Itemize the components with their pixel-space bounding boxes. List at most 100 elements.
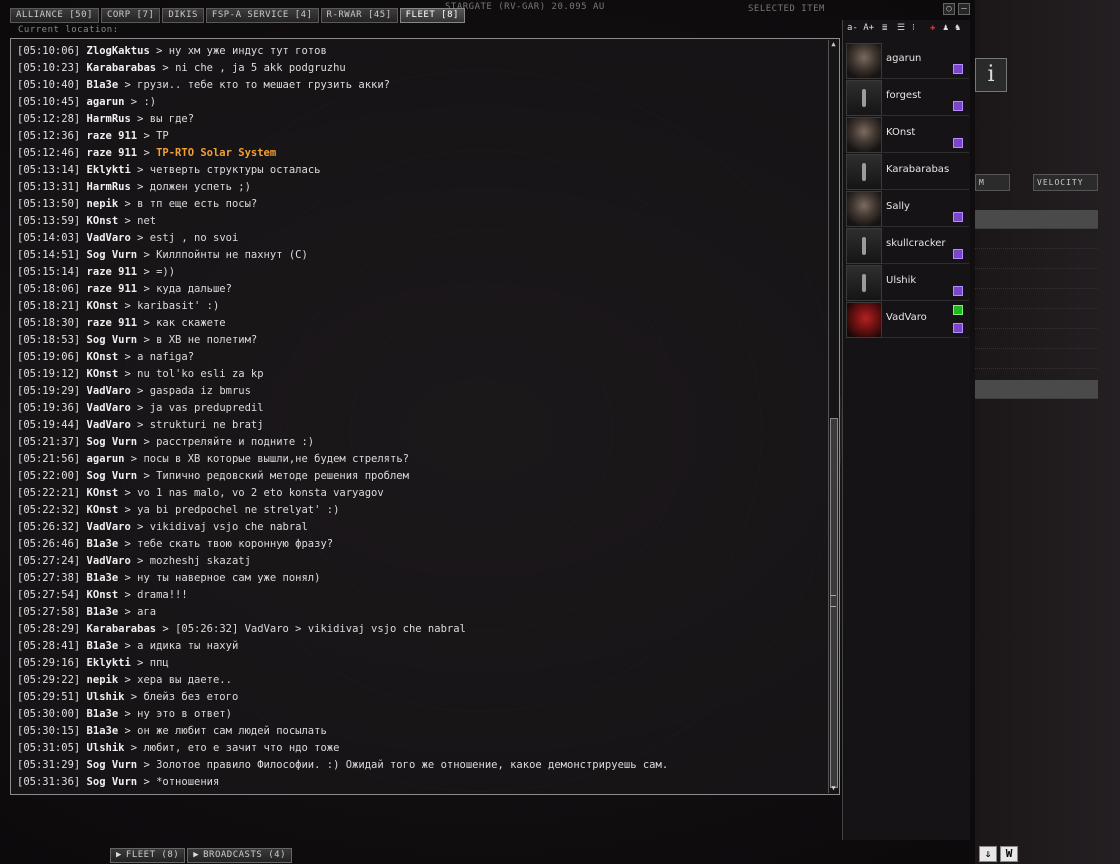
message-author[interactable]: KOnst bbox=[87, 300, 119, 312]
overview-row[interactable] bbox=[975, 250, 1098, 269]
message-author[interactable]: Sog Vurn bbox=[87, 776, 138, 788]
member-name[interactable]: Karabarabas bbox=[886, 164, 949, 175]
member-portrait[interactable] bbox=[846, 117, 882, 153]
font-size-controls[interactable]: a- A+ bbox=[847, 23, 874, 33]
compact-view-icon[interactable]: ⁝ bbox=[912, 23, 915, 33]
list-view-icon[interactable]: ≣ bbox=[882, 23, 887, 33]
fleet-member[interactable]: forgest bbox=[846, 79, 969, 116]
message-author[interactable]: VadVaro bbox=[87, 232, 131, 244]
message-author[interactable]: raze 911 bbox=[87, 283, 138, 295]
message-author[interactable]: B1a3e bbox=[87, 640, 119, 652]
message-author[interactable]: Ulshik bbox=[87, 691, 125, 703]
message-author[interactable]: Sog Vurn bbox=[87, 436, 138, 448]
overview-row[interactable] bbox=[975, 210, 1098, 229]
message-author[interactable]: KOnst bbox=[87, 487, 119, 499]
scroll-up-icon[interactable]: ▲ bbox=[829, 40, 838, 49]
message-author[interactable]: Karabarabas bbox=[87, 623, 157, 635]
bottom-tab-fleet[interactable]: ▶ FLEET (8) bbox=[110, 848, 186, 863]
overview-row[interactable] bbox=[975, 350, 1098, 369]
message-author[interactable]: KOnst bbox=[87, 368, 119, 380]
scroll-down-icon[interactable]: ▼ bbox=[829, 784, 838, 793]
message-author[interactable]: HarmRus bbox=[87, 181, 131, 193]
message-author[interactable]: Sog Vurn bbox=[87, 470, 138, 482]
member-portrait[interactable] bbox=[846, 191, 882, 227]
message-author[interactable]: ZlogKaktus bbox=[87, 45, 150, 57]
message-author[interactable]: Karabarabas bbox=[87, 62, 157, 74]
message-author[interactable]: KOnst bbox=[87, 215, 119, 227]
message-author[interactable]: B1a3e bbox=[87, 725, 119, 737]
message-author[interactable]: HarmRus bbox=[87, 113, 131, 125]
window-minimize-icon[interactable]: – bbox=[958, 3, 970, 15]
fleet-member[interactable]: Ulshik bbox=[846, 264, 969, 301]
overview-row[interactable] bbox=[975, 230, 1098, 249]
tab-fleet[interactable]: FLEET [8] bbox=[399, 8, 465, 23]
message-author[interactable]: nepik bbox=[87, 198, 119, 210]
bottom-tab-broadcasts[interactable]: ▶ BROADCASTS (4) bbox=[187, 848, 292, 863]
w-button[interactable]: W bbox=[1000, 846, 1018, 862]
member-portrait[interactable] bbox=[846, 80, 882, 116]
fleet-member[interactable]: Sally bbox=[846, 190, 969, 227]
message-author[interactable]: B1a3e bbox=[87, 708, 119, 720]
tab-alliance[interactable]: ALLIANCE [50] bbox=[10, 8, 99, 23]
fleet-member[interactable]: KOnst bbox=[846, 116, 969, 153]
message-author[interactable]: B1a3e bbox=[87, 538, 119, 550]
window-options-icon[interactable]: ○ bbox=[943, 3, 955, 15]
message-author[interactable]: Sog Vurn bbox=[87, 334, 138, 346]
message-author[interactable]: agarun bbox=[87, 96, 125, 108]
member-portrait[interactable] bbox=[846, 265, 882, 301]
tab-dikis[interactable]: DIKIS bbox=[162, 8, 204, 23]
member-portrait[interactable] bbox=[846, 302, 882, 338]
message-author[interactable]: VadVaro bbox=[87, 555, 131, 567]
overview-row[interactable] bbox=[975, 330, 1098, 349]
overview-row[interactable] bbox=[975, 380, 1098, 399]
member-name[interactable]: forgest bbox=[886, 90, 921, 101]
overview-row[interactable] bbox=[975, 310, 1098, 329]
member-red-icon[interactable]: ✚ bbox=[930, 23, 935, 33]
fleet-member[interactable]: VadVaro bbox=[846, 301, 969, 338]
message-author[interactable]: Sog Vurn bbox=[87, 759, 138, 771]
member-portrait[interactable] bbox=[846, 228, 882, 264]
member-icon[interactable]: ♟ bbox=[943, 23, 948, 33]
message-author[interactable]: Sog Vurn bbox=[87, 249, 138, 261]
arrow-down-icon[interactable]: ⇓ bbox=[979, 846, 997, 862]
message-author[interactable]: Eklykti bbox=[87, 657, 131, 669]
member-name[interactable]: VadVaro bbox=[886, 312, 927, 323]
chat-scrollbar[interactable]: ▲ ▼ bbox=[828, 40, 838, 793]
detail-view-icon[interactable]: ☰ bbox=[897, 23, 905, 33]
message-author[interactable]: raze 911 bbox=[87, 130, 138, 142]
tab-corp[interactable]: CORP [7] bbox=[100, 8, 161, 23]
fleet-member[interactable]: skullcracker bbox=[846, 227, 969, 264]
message-author[interactable]: B1a3e bbox=[87, 572, 119, 584]
message-author[interactable]: VadVaro bbox=[87, 402, 131, 414]
member-portrait[interactable] bbox=[846, 43, 882, 79]
tab-r-rwar[interactable]: R-RWAR [45] bbox=[320, 8, 398, 23]
member-name[interactable]: Sally bbox=[886, 201, 910, 212]
message-author[interactable]: raze 911 bbox=[87, 317, 138, 329]
info-icon[interactable]: i bbox=[975, 58, 1007, 92]
message-author[interactable]: Ulshik bbox=[87, 742, 125, 754]
message-author[interactable]: raze 911 bbox=[87, 147, 138, 159]
message-author[interactable]: agarun bbox=[87, 453, 125, 465]
message-author[interactable]: VadVaro bbox=[87, 521, 131, 533]
message-author[interactable]: raze 911 bbox=[87, 266, 138, 278]
members-icon[interactable]: ♞ bbox=[955, 23, 960, 33]
fleet-member[interactable]: Karabarabas bbox=[846, 153, 969, 190]
message-author[interactable]: VadVaro bbox=[87, 419, 131, 431]
message-author[interactable]: KOnst bbox=[87, 504, 119, 516]
message-author[interactable]: B1a3e bbox=[87, 606, 119, 618]
message-author[interactable]: VadVaro bbox=[87, 385, 131, 397]
tab-fsp-a-service[interactable]: FSP-A SERVICE [4] bbox=[205, 8, 319, 23]
message-author[interactable]: KOnst bbox=[87, 351, 119, 363]
member-portrait[interactable] bbox=[846, 154, 882, 190]
member-name[interactable]: KOnst bbox=[886, 127, 915, 138]
message-author[interactable]: Eklykti bbox=[87, 164, 131, 176]
member-name[interactable]: agarun bbox=[886, 53, 921, 64]
overview-row[interactable] bbox=[975, 270, 1098, 289]
member-name[interactable]: Ulshik bbox=[886, 275, 916, 286]
message-author[interactable]: B1a3e bbox=[87, 79, 119, 91]
message-author[interactable]: KOnst bbox=[87, 589, 119, 601]
message-link[interactable]: TP-RTO Solar System bbox=[156, 147, 276, 159]
overview-row[interactable] bbox=[975, 290, 1098, 309]
member-name[interactable]: skullcracker bbox=[886, 238, 946, 249]
fleet-member[interactable]: agarun bbox=[846, 42, 969, 79]
